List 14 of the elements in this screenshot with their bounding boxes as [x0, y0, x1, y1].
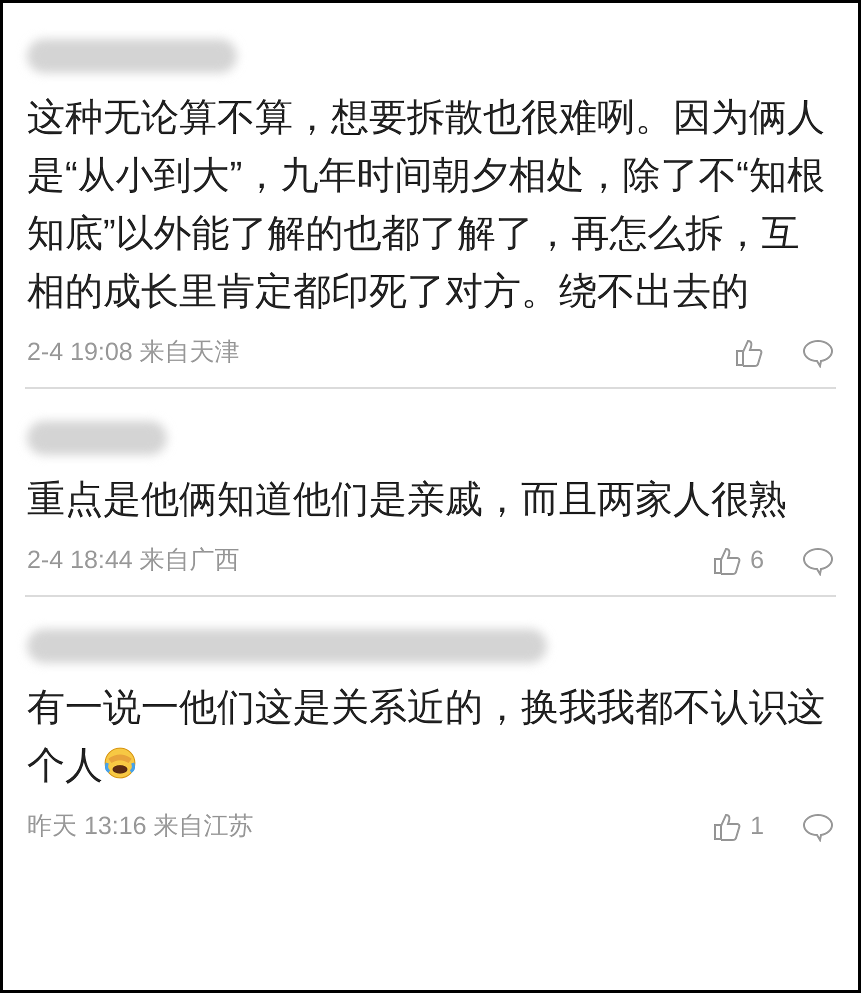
comment-icon[interactable]	[802, 338, 834, 368]
like-icon[interactable]	[712, 546, 742, 576]
comment-icon[interactable]	[802, 546, 834, 576]
comment-text: 重点是他俩知道他们是亲戚，而且两家人很熟	[27, 478, 788, 523]
like-icon[interactable]	[734, 338, 764, 368]
comment-text: 这种无论算不算，想要拆散也很难咧。因为俩人是“从小到大”，九年时间朝夕相处，除了不“知根知底”以外能了解的也都了解了，再怎么拆，互相的成长里肯定都印死了对方。绕不出去的	[27, 96, 826, 315]
comment-text: 有一说一他们这是关系近的，换我我都不认识这个人	[27, 686, 826, 789]
comment-meta: 2-4 19:08 来自天津	[27, 337, 240, 368]
like-count: 1	[750, 811, 764, 842]
like-count: 6	[750, 545, 764, 576]
comment-icon[interactable]	[802, 812, 834, 842]
comment-meta: 2-4 18:44 来自广西	[27, 545, 240, 576]
comment-meta: 昨天 13:16 来自江苏	[27, 811, 254, 842]
like-icon[interactable]	[712, 812, 742, 842]
